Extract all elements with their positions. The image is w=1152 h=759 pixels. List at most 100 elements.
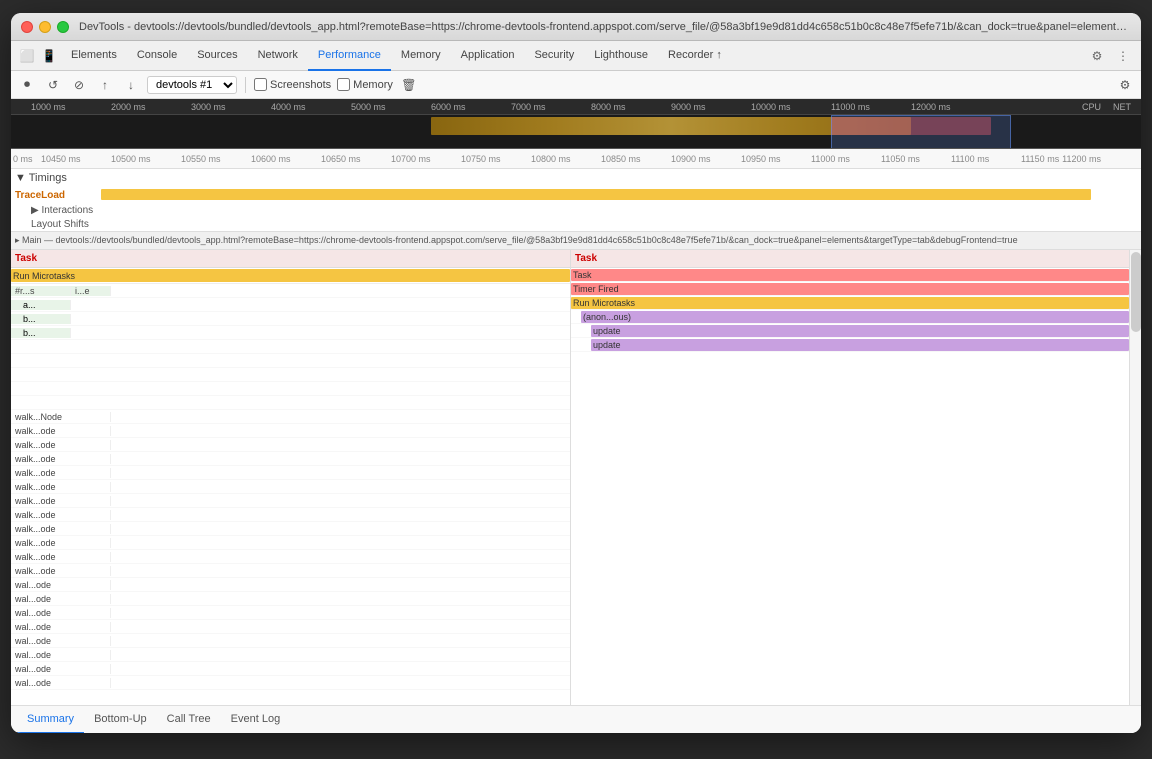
flame-row-draww: #drawW...Engine #... bbox=[11, 354, 570, 368]
tick-10800: 10800 ms bbox=[531, 154, 571, 164]
flame-row-walk-8: walk...ode bbox=[11, 522, 570, 536]
tab-call-tree[interactable]: Call Tree bbox=[157, 706, 221, 734]
tab-security[interactable]: Security bbox=[524, 41, 584, 71]
devtools-window: DevTools - devtools://devtools/bundled/d… bbox=[11, 13, 1141, 733]
bottom-tabs: Summary Bottom-Up Call Tree Event Log bbox=[11, 705, 1141, 733]
flame-row-walk-3: walk...ode bbox=[11, 452, 570, 466]
tab-event-log[interactable]: Event Log bbox=[221, 706, 291, 734]
tick-11050: 11050 ms bbox=[881, 154, 920, 164]
trash-button[interactable]: 🗑 bbox=[399, 75, 419, 95]
more-icon[interactable]: ⋮ bbox=[1113, 46, 1133, 66]
tick-10600: 10600 ms bbox=[251, 154, 291, 164]
window-controls bbox=[21, 21, 69, 33]
flame-row-walk-12: wal...ode bbox=[11, 578, 570, 592]
close-button[interactable] bbox=[21, 21, 33, 33]
tick-10500: 10500 ms bbox=[111, 154, 151, 164]
flame-row-walk-10: walk...ode bbox=[11, 550, 570, 564]
flame-row-walk-17: wal...ode bbox=[11, 648, 570, 662]
tick-10950: 10950 ms bbox=[741, 154, 781, 164]
right-timer-text: Timer Fired bbox=[573, 284, 619, 294]
settings-icon[interactable]: ⚙ bbox=[1087, 46, 1107, 66]
flame-row-walk-5: walk...ode bbox=[11, 480, 570, 494]
tab-network[interactable]: Network bbox=[248, 41, 308, 71]
flame-row-drawt: drawThr...Entries d... bbox=[11, 368, 570, 382]
screenshots-toggle[interactable]: Screenshots bbox=[254, 78, 331, 91]
flame-row-walk-6: walk...ode bbox=[11, 494, 570, 508]
title-bar: DevTools - devtools://devtools/bundled/d… bbox=[11, 13, 1141, 41]
reload-button[interactable]: ↺ bbox=[43, 75, 63, 95]
ruler-11000: 11000 ms bbox=[831, 102, 870, 112]
inspect-icon[interactable]: ⬜ bbox=[17, 46, 37, 66]
clear-button[interactable]: ⊘ bbox=[69, 75, 89, 95]
flame-row-walk-1: walk...ode bbox=[11, 424, 570, 438]
flame-row-walk-14: wal...ode bbox=[11, 606, 570, 620]
timeline-ruler: 0 ms 10450 ms 10500 ms 10550 ms 10600 ms… bbox=[11, 149, 1141, 169]
tick-10900: 10900 ms bbox=[671, 154, 711, 164]
label-1a: a... bbox=[11, 300, 71, 310]
flame-row-2: b... buildPreview b... bbox=[11, 312, 570, 326]
flame-row-walk-16: wal...ode bbox=[11, 634, 570, 648]
flame-row-3: b... buildOverview b... bbox=[11, 326, 570, 340]
label-3a: b... bbox=[11, 328, 71, 338]
flame-row-walk-19: wal...ode bbox=[11, 676, 570, 690]
window-title: DevTools - devtools://devtools/bundled/d… bbox=[79, 21, 1131, 33]
ruler-9000: 9000 ms bbox=[671, 102, 706, 112]
memory-toggle[interactable]: Memory bbox=[337, 78, 393, 91]
tab-elements[interactable]: Elements bbox=[61, 41, 127, 71]
right-row-timer: Timer Fired bbox=[571, 282, 1129, 296]
ruler-net: NET bbox=[1113, 102, 1131, 112]
right-row-task: Task bbox=[571, 268, 1129, 282]
run-microtasks-label: Run Microtasks bbox=[13, 271, 75, 281]
download-button[interactable]: ↓ bbox=[121, 75, 141, 95]
tab-sources[interactable]: Sources bbox=[187, 41, 247, 71]
tab-application[interactable]: Application bbox=[451, 41, 525, 71]
ruler-5000: 5000 ms bbox=[351, 102, 386, 112]
left-task-header: Task bbox=[11, 250, 570, 268]
flame-scroll-left[interactable]: #r...s i...e loadingComplete i...e a... bbox=[11, 284, 570, 705]
record-button[interactable]: ⏺ bbox=[17, 75, 37, 95]
interactions-row: ▶ Interactions bbox=[11, 203, 1141, 217]
interactions-label: ▶ Interactions bbox=[31, 205, 93, 216]
tick-11200: 11200 ms bbox=[1062, 154, 1101, 164]
right-row-anon: (anon...ous) bbox=[571, 310, 1129, 324]
tick-11100: 11100 ms bbox=[951, 154, 989, 164]
label-2a: b... bbox=[11, 314, 71, 324]
tab-recorder[interactable]: Recorder ↑ bbox=[658, 41, 732, 71]
ruler-4000: 4000 ms bbox=[271, 102, 306, 112]
device-icon[interactable]: 📱 bbox=[39, 46, 59, 66]
timings-section: ▼ Timings TraceLoad ▶ Interactions Layou… bbox=[11, 169, 1141, 232]
right-row-update2: update bbox=[571, 338, 1129, 352]
tab-summary[interactable]: Summary bbox=[17, 706, 84, 734]
ruler-7000: 7000 ms bbox=[511, 102, 546, 112]
scrollbar[interactable] bbox=[1129, 250, 1141, 705]
upload-button[interactable]: ↑ bbox=[95, 75, 115, 95]
maximize-button[interactable] bbox=[57, 21, 69, 33]
settings2-icon[interactable]: ⚙ bbox=[1115, 75, 1135, 95]
memory-checkbox[interactable] bbox=[337, 78, 350, 91]
right-task-label: Task bbox=[575, 253, 597, 264]
tick-10450: 10450 ms bbox=[41, 154, 81, 164]
tab-performance[interactable]: Performance bbox=[308, 41, 391, 71]
scrollbar-thumb[interactable] bbox=[1131, 252, 1141, 332]
flame-chart-area: ▸ Main — devtools://devtools/bundled/dev… bbox=[11, 232, 1141, 705]
label-0a: #r...s bbox=[11, 286, 71, 296]
flame-row-0: #r...s i...e loadingComplete i...e bbox=[11, 284, 570, 298]
timings-header[interactable]: ▼ Timings bbox=[11, 169, 1141, 187]
tab-bottom-up[interactable]: Bottom-Up bbox=[84, 706, 157, 734]
traceload-label: TraceLoad bbox=[15, 190, 65, 201]
overview-selection[interactable] bbox=[831, 115, 1011, 149]
tab-console[interactable]: Console bbox=[127, 41, 187, 71]
tab-memory[interactable]: Memory bbox=[391, 41, 451, 71]
flame-row-update: update u... bbox=[11, 340, 570, 354]
screenshots-checkbox[interactable] bbox=[254, 78, 267, 91]
minimize-button[interactable] bbox=[39, 21, 51, 33]
flame-row-walk-11: walk...ode bbox=[11, 564, 570, 578]
run-microtasks-row: Run Microtasks bbox=[11, 268, 570, 284]
ruler-6000: 6000 ms bbox=[431, 102, 466, 112]
flame-scroll-right[interactable]: Task Timer Fired Run Microtask bbox=[571, 268, 1129, 705]
tab-lighthouse[interactable]: Lighthouse bbox=[584, 41, 658, 71]
divider-1 bbox=[245, 77, 246, 93]
traceload-row: TraceLoad bbox=[11, 187, 1141, 203]
right-task-text: Task bbox=[573, 270, 592, 280]
instance-select[interactable]: devtools #1 bbox=[147, 76, 237, 94]
